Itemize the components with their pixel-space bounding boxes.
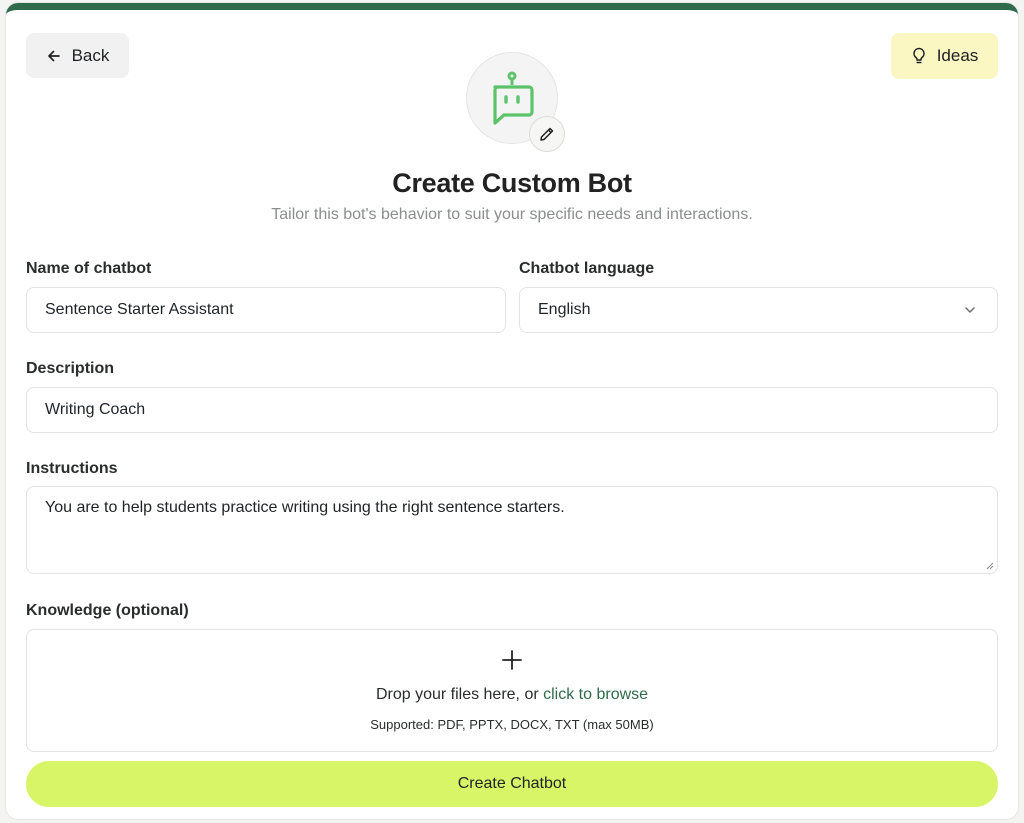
browse-link[interactable]: click to browse <box>543 686 648 703</box>
description-label: Description <box>26 360 115 377</box>
name-field-value: Sentence Starter Assistant <box>45 301 234 318</box>
knowledge-label: Knowledge (optional) <box>26 602 189 619</box>
dropzone-text: Drop your files here, or click to browse <box>27 686 997 704</box>
dropzone-supported-formats: Supported: PDF, PPTX, DOCX, TXT (max 50M… <box>370 717 654 732</box>
chatbot-icon <box>493 71 534 125</box>
language-select-value: English <box>538 301 591 318</box>
chevron-down-icon <box>965 307 975 313</box>
instructions-textarea-value: You are to help students practice writin… <box>45 499 565 516</box>
description-field-value: Writing Coach <box>45 401 146 418</box>
ideas-button[interactable]: Ideas <box>891 33 998 79</box>
pencil-icon <box>540 127 554 141</box>
name-field[interactable]: Sentence Starter Assistant <box>26 287 506 333</box>
language-label: Chatbot language <box>519 260 655 277</box>
create-bot-card: Back Ideas Create Custom Bot Tailor this… <box>6 3 1018 819</box>
page-title: Create Custom Bot <box>392 168 632 198</box>
arrow-left-icon <box>47 50 60 61</box>
edit-avatar-button[interactable] <box>529 116 565 152</box>
language-select[interactable]: English <box>519 287 998 333</box>
back-button-label: Back <box>71 45 110 65</box>
create-chatbot-label: Create Chatbot <box>457 775 567 792</box>
instructions-textarea[interactable]: You are to help students practice writin… <box>26 486 998 574</box>
file-dropzone[interactable]: Drop your files here, or click to browse… <box>26 629 998 752</box>
plus-icon <box>502 650 522 670</box>
lightbulb-icon <box>913 47 925 64</box>
description-field[interactable]: Writing Coach <box>26 387 998 433</box>
create-chatbot-button[interactable]: Create Chatbot <box>26 761 998 807</box>
page-subtitle: Tailor this bot's behavior to suit your … <box>271 206 753 223</box>
instructions-label: Instructions <box>26 460 118 477</box>
name-label: Name of chatbot <box>26 260 152 277</box>
back-button[interactable]: Back <box>26 33 129 78</box>
dropzone-prompt: Drop your files here, or <box>375 686 544 703</box>
resize-handle-icon[interactable] <box>984 560 994 570</box>
ideas-button-label: Ideas <box>936 46 979 65</box>
